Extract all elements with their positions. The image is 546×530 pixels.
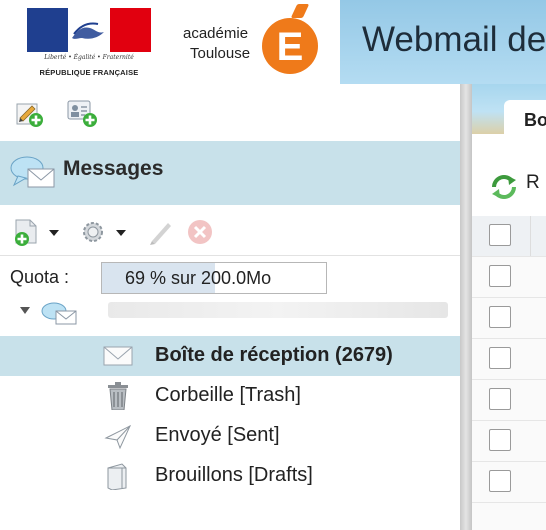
republic-motto: Liberté • Égalité • Fraternité (44, 54, 134, 61)
message-list-header[interactable] (472, 216, 546, 257)
table-row[interactable] (472, 421, 546, 462)
academy-logo-icon: E (262, 18, 318, 74)
tab-inbox[interactable]: Bo (504, 100, 546, 136)
folder-label: Envoyé [Sent] (155, 424, 280, 446)
messages-header: Messages (0, 141, 460, 205)
table-row[interactable] (472, 257, 546, 298)
column-divider (530, 216, 531, 256)
dropdown-arrow-icon[interactable] (47, 225, 61, 236)
academy-line2: Toulouse (190, 45, 251, 62)
academy-name: académie Toulouse (183, 24, 273, 64)
main-toolbar (0, 84, 460, 141)
row-checkbox[interactable] (489, 429, 511, 451)
table-row[interactable] (472, 380, 546, 421)
quota-row: Quota : 69 % sur 200.0Mo (0, 256, 460, 300)
message-list (472, 216, 546, 530)
delete-icon[interactable] (185, 217, 215, 247)
academy-line1: académie (183, 25, 249, 42)
paper-plane-icon (102, 422, 134, 450)
trash-icon (102, 382, 134, 411)
folder-label: Boîte de réception (2679) (155, 344, 393, 366)
webmail-title: Webmail de (362, 20, 546, 59)
folder-item[interactable]: Brouillons [Drafts] (0, 456, 460, 496)
header: Liberté • Égalité • Fraternité RÉPUBLIQU… (0, 0, 546, 84)
flag-marianne-icon (27, 8, 151, 52)
left-panel: Messages Quota: 69 % sur 200.0Mo Boîte … (0, 84, 460, 530)
select-all-checkbox[interactable] (489, 224, 511, 246)
row-checkbox[interactable] (489, 265, 511, 287)
account-name-blurred (108, 302, 448, 318)
gear-icon[interactable] (78, 217, 108, 247)
refresh-icon[interactable] (488, 172, 520, 202)
folder-label: Brouillons [Drafts] (155, 464, 313, 486)
row-checkbox[interactable] (489, 347, 511, 369)
academy-logo-accent (290, 4, 310, 18)
tab-label: Bo (524, 110, 546, 130)
contact-card-add-icon[interactable] (66, 96, 97, 127)
quota-text: 69 % sur 200.0Mo (125, 268, 272, 288)
panel-splitter[interactable] (460, 84, 472, 530)
table-row[interactable] (472, 298, 546, 339)
republic-name: RÉPUBLIQUE FRANÇAISE (39, 68, 139, 77)
republique-francaise-logo: Liberté • Égalité • Fraternité RÉPUBLIQU… (27, 8, 151, 80)
table-row[interactable] (472, 462, 546, 503)
refresh-label[interactable]: R (526, 172, 540, 194)
compose-icon[interactable] (14, 98, 44, 128)
pencil-icon[interactable] (148, 217, 174, 245)
speech-bubble-envelope-icon (10, 155, 56, 191)
folder-item[interactable]: Envoyé [Sent] (0, 416, 460, 456)
folder-toolbar (0, 205, 460, 256)
right-panel: Bo R (472, 84, 546, 530)
folder-label: Corbeille [Trash] (155, 384, 301, 406)
messages-title: Messages (63, 157, 164, 180)
row-checkbox[interactable] (489, 306, 511, 328)
account-row[interactable] (0, 302, 460, 334)
dropdown-arrow-icon[interactable] (114, 225, 128, 236)
folder-item[interactable]: Corbeille [Trash] (0, 376, 460, 416)
account-mailbox-icon (40, 302, 80, 326)
right-banner: Bo (472, 84, 546, 136)
new-folder-icon[interactable] (12, 217, 42, 247)
drafts-icon (102, 462, 134, 491)
folder-item[interactable]: Boîte de réception (2679) (0, 336, 460, 376)
row-checkbox[interactable] (489, 470, 511, 492)
webmail-banner: Webmail de (340, 0, 546, 84)
message-toolbar: R (472, 134, 546, 217)
envelope-icon (102, 342, 134, 370)
row-checkbox[interactable] (489, 388, 511, 410)
quota-bar: 69 % sur 200.0Mo (101, 262, 327, 294)
table-row[interactable] (472, 339, 546, 380)
collapse-arrow-icon[interactable] (18, 304, 32, 316)
folder-tree: Boîte de réception (2679) Corbeille [Tras… (0, 302, 460, 530)
quota-label: Quota : (10, 267, 70, 287)
